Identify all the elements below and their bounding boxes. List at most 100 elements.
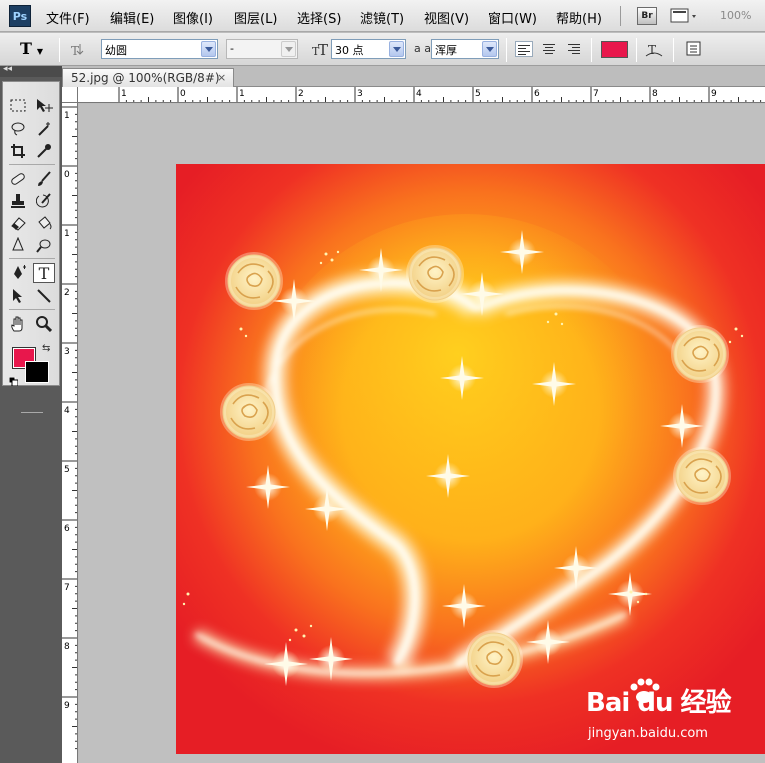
marquee-tool[interactable] [7, 96, 29, 116]
document-image[interactable] [176, 164, 765, 754]
marquee-icon [10, 99, 26, 112]
options-divider [591, 38, 592, 62]
eraser-icon [11, 217, 26, 231]
blur-icon [12, 237, 24, 251]
baidu-jingyan-watermark: Bai du 经验 jingyan.baidu.com [586, 678, 736, 744]
hand-tool[interactable] [7, 314, 29, 334]
ruler-label: 4 [416, 89, 422, 99]
ruler-label: 6 [64, 524, 70, 534]
ruler-label: 0 [180, 89, 186, 99]
menu-filter[interactable]: 滤镜(T) [360, 8, 404, 27]
default-colors-icon[interactable] [8, 375, 19, 387]
menu-image[interactable]: 图像(I) [173, 8, 213, 27]
options-divider [636, 38, 637, 62]
svg-text:T: T [648, 43, 656, 57]
magic-wand-tool[interactable] [33, 119, 55, 139]
blur-tool[interactable] [7, 235, 29, 255]
pen-tool[interactable] [7, 263, 29, 283]
menu-select[interactable]: 选择(S) [297, 8, 341, 27]
brush-icon [38, 171, 51, 186]
character-panel-button[interactable] [686, 41, 702, 60]
ruler-label: 1 [121, 89, 127, 99]
document-tab[interactable]: 52.jpg @ 100%(RGB/8#) × [62, 68, 234, 87]
ruler-label: 7 [593, 89, 599, 99]
font-family-select[interactable]: 幼圆 [101, 39, 218, 59]
tool-preset-picker[interactable]: T ▼ [20, 39, 43, 58]
move-icon [37, 99, 53, 112]
dodge-tool[interactable] [33, 235, 55, 255]
tools-divider [9, 309, 55, 310]
chevron-down-icon [389, 41, 404, 57]
font-size-icon: TT [312, 40, 330, 61]
text-color-swatch[interactable] [601, 41, 628, 58]
menu-file[interactable]: 文件(F) [46, 8, 90, 27]
ruler-ticks: 1 0 1 2 3 4 5 6 7 8 9 [62, 106, 77, 750]
ruler-label: 8 [64, 642, 70, 652]
eraser-tool[interactable] [7, 213, 29, 233]
eyedropper-tool[interactable] [33, 141, 55, 161]
align-right-button[interactable] [565, 41, 583, 57]
menu-window[interactable]: 窗口(W) [488, 8, 537, 27]
pen-icon [14, 265, 26, 279]
line-tool[interactable] [33, 286, 55, 306]
move-tool[interactable] [33, 96, 55, 116]
history-brush-tool[interactable] [33, 191, 55, 211]
font-size-select[interactable]: 30 点 [331, 39, 406, 59]
ruler-label: 4 [64, 406, 70, 416]
antialias-select[interactable]: 浑厚 [431, 39, 499, 59]
view-extras-icon [670, 8, 696, 23]
type-icon: T [38, 263, 50, 283]
crop-tool[interactable] [7, 141, 29, 161]
healing-brush-tool[interactable] [7, 169, 29, 189]
warp-text-button[interactable]: T [645, 41, 663, 62]
paint-bucket-tool[interactable] [33, 213, 55, 233]
brush-tool[interactable] [33, 169, 55, 189]
text-orientation-icon[interactable]: T [68, 41, 86, 59]
paw-icon [630, 678, 660, 703]
horizontal-ruler[interactable]: 1 0 1 2 3 4 5 6 7 8 9 [78, 87, 765, 103]
align-left-button[interactable] [515, 41, 533, 57]
arrow-pointer-icon [13, 289, 22, 303]
swap-colors-icon[interactable]: ⇆ [42, 343, 50, 354]
ruler-label: 6 [534, 89, 540, 99]
dodge-icon [36, 239, 51, 253]
menu-view[interactable]: 视图(V) [424, 8, 469, 27]
antialias-icon: a a [414, 42, 431, 55]
vertical-ruler[interactable]: 1 0 1 2 3 4 5 6 7 8 9 [62, 103, 78, 763]
background-color-swatch[interactable] [25, 361, 49, 383]
zoom-level[interactable]: 100% [720, 9, 751, 22]
paint-bucket-icon [38, 216, 52, 230]
menu-help[interactable]: 帮助(H) [556, 8, 602, 27]
double-chevron-icon: ◂◂ [3, 64, 13, 74]
chevron-down-icon [281, 41, 296, 57]
ruler-label: 5 [475, 89, 481, 99]
path-selection-tool[interactable] [7, 286, 29, 306]
warp-text-icon: T [645, 43, 663, 57]
menu-layer[interactable]: 图层(L) [234, 8, 277, 27]
zoom-tool[interactable] [33, 314, 55, 334]
menu-edit[interactable]: 编辑(E) [110, 8, 154, 27]
ruler-label: 1 [64, 111, 70, 121]
type-tool[interactable]: T [33, 263, 55, 283]
view-extras-button[interactable] [670, 7, 700, 25]
ruler-label: 9 [64, 701, 70, 711]
tools-divider [9, 164, 55, 165]
lasso-tool[interactable] [7, 119, 29, 139]
options-divider [673, 38, 674, 62]
options-divider [59, 38, 60, 62]
ruler-origin[interactable] [62, 87, 78, 103]
menubar-divider [620, 6, 621, 26]
ruler-label: 9 [711, 89, 717, 99]
document-tab-strip: 52.jpg @ 100%(RGB/8#) × [62, 66, 765, 87]
canvas-area[interactable] [79, 104, 765, 763]
hand-icon [11, 316, 23, 332]
crop-icon [11, 144, 25, 158]
close-icon[interactable]: × [217, 71, 226, 84]
align-center-button[interactable] [540, 41, 558, 57]
photoshop-logo[interactable]: Ps [9, 5, 31, 27]
launch-bridge-button[interactable]: Br [637, 7, 657, 25]
bandage-icon [11, 173, 25, 185]
toolbox-collapse-bar[interactable]: ◂◂ [0, 64, 62, 77]
clone-stamp-tool[interactable] [7, 191, 29, 211]
font-style-select[interactable]: - [226, 39, 298, 59]
